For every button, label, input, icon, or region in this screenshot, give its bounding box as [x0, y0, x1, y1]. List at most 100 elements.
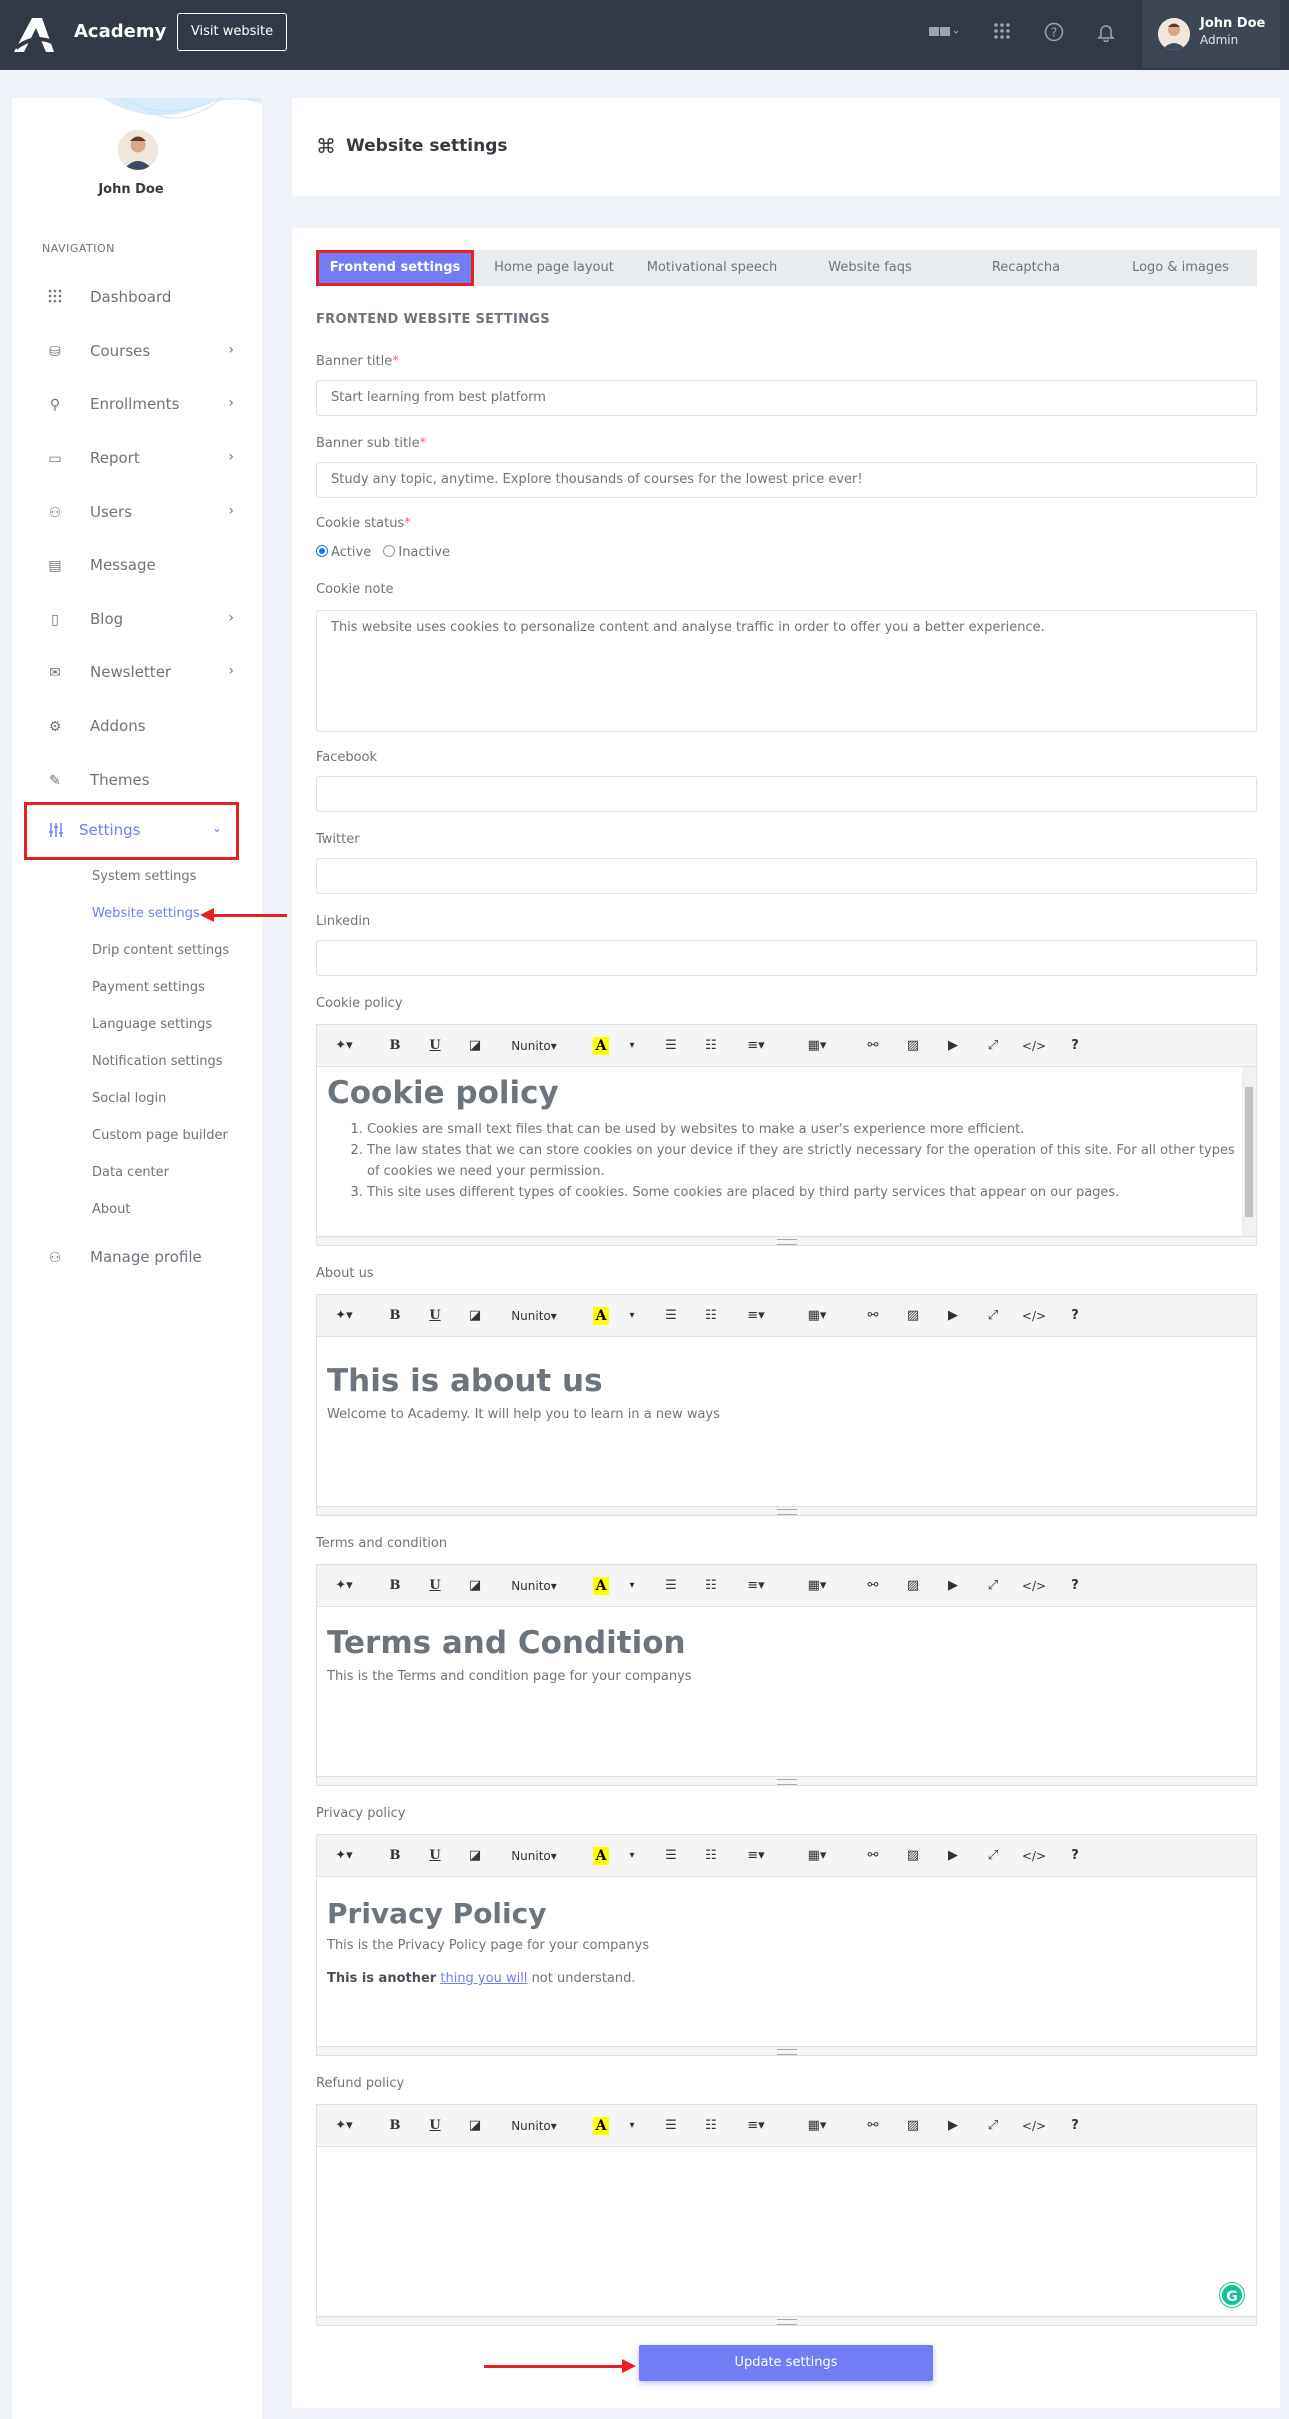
chevron-down-icon[interactable]: ▾ — [625, 1033, 639, 1059]
chevron-down-icon[interactable]: ▾ — [625, 1303, 639, 1329]
cookie-note-textarea[interactable]: This website uses cookies to personalize… — [316, 610, 1257, 732]
magic-wand-icon[interactable]: ✦▾ — [329, 1843, 359, 1869]
fullscreen-icon[interactable]: ⤢ — [983, 1303, 1003, 1329]
help-icon[interactable]: ? — [1065, 1843, 1085, 1869]
help-icon[interactable]: ? — [1065, 1303, 1085, 1329]
font-family-select[interactable]: Nunito▾ — [507, 1843, 561, 1869]
align-icon[interactable]: ≡▾ — [741, 1303, 771, 1329]
sidebar-item-users[interactable]: ⚇ Users › — [36, 495, 248, 531]
editor-resize-handle[interactable] — [317, 1776, 1256, 1785]
align-icon[interactable]: ≡▾ — [741, 2113, 771, 2139]
eraser-icon[interactable]: ◪ — [465, 1303, 485, 1329]
highlight-color-icon[interactable]: A — [593, 1847, 609, 1865]
sidebar-item-enrollments[interactable]: ⚲ Enrollments › — [36, 387, 248, 423]
numbered-list-icon[interactable]: ☷ — [701, 1303, 721, 1329]
bold-icon[interactable]: B — [385, 1843, 405, 1869]
code-view-icon[interactable]: </> — [1021, 1033, 1047, 1059]
table-icon[interactable]: ▦▾ — [803, 1033, 831, 1059]
video-icon[interactable]: ▶ — [943, 2113, 963, 2139]
bold-icon[interactable]: B — [385, 1303, 405, 1329]
image-icon[interactable]: ▨ — [903, 1843, 923, 1869]
cookie-active-radio[interactable]: Active — [316, 545, 371, 560]
chevron-down-icon[interactable]: ▾ — [625, 1843, 639, 1869]
help-icon[interactable]: ? — [1065, 1033, 1085, 1059]
code-view-icon[interactable]: </> — [1021, 1303, 1047, 1329]
link-icon[interactable]: ⚯ — [863, 1573, 883, 1599]
numbered-list-icon[interactable]: ☷ — [701, 1033, 721, 1059]
bold-icon[interactable]: B — [385, 1033, 405, 1059]
numbered-list-icon[interactable]: ☷ — [701, 1573, 721, 1599]
editor-resize-handle[interactable] — [317, 1506, 1256, 1515]
bold-icon[interactable]: B — [385, 2113, 405, 2139]
sidebar-item-themes[interactable]: ✎ Themes — [36, 763, 248, 799]
magic-wand-icon[interactable]: ✦▾ — [329, 1033, 359, 1059]
editor-content[interactable] — [317, 2147, 1256, 2317]
sidebar-item-report[interactable]: ▭ Report › — [36, 441, 248, 477]
update-settings-button[interactable]: Update settings — [639, 2345, 933, 2381]
highlight-color-icon[interactable]: A — [593, 2117, 609, 2135]
font-family-select[interactable]: Nunito▾ — [507, 1033, 561, 1059]
sidebar-item-dashboard[interactable]: Dashboard — [36, 280, 248, 316]
sidebar-item-manage-profile[interactable]: ⚇ Manage profile — [36, 1240, 248, 1276]
sidebar-item-addons[interactable]: ⚙ Addons — [36, 709, 248, 745]
underline-icon[interactable]: U — [425, 2113, 445, 2139]
refund-editor[interactable]: ✦▾ B U ◪ Nunito▾ A ▾ ☰ ☷ ≡▾ ▦▾ ⚯ ▨ ▶ ⤢ <… — [316, 2104, 1257, 2326]
numbered-list-icon[interactable]: ☷ — [701, 1843, 721, 1869]
code-view-icon[interactable]: </> — [1021, 2113, 1047, 2139]
font-family-select[interactable]: Nunito▾ — [507, 1573, 561, 1599]
underline-icon[interactable]: U — [425, 1843, 445, 1869]
subitem-drip-content-settings[interactable]: Drip content settings — [92, 943, 229, 958]
highlight-color-icon[interactable]: A — [593, 1037, 609, 1055]
table-icon[interactable]: ▦▾ — [803, 2113, 831, 2139]
apps-grid-icon[interactable] — [990, 22, 1014, 46]
subitem-social-login[interactable]: Social login — [92, 1091, 166, 1106]
bullet-list-icon[interactable]: ☰ — [661, 2113, 681, 2139]
sidebar-item-courses[interactable]: ⛁ Courses › — [36, 334, 248, 370]
bullet-list-icon[interactable]: ☰ — [661, 1843, 681, 1869]
underline-icon[interactable]: U — [425, 1303, 445, 1329]
bullet-list-icon[interactable]: ☰ — [661, 1573, 681, 1599]
tab-recaptcha[interactable]: Recaptcha — [948, 250, 1104, 286]
tab-frontend-settings[interactable]: Frontend settings — [316, 250, 474, 286]
about-us-editor[interactable]: ✦▾ B U ◪ Nunito▾ A ▾ ☰ ☷ ≡▾ ▦▾ ⚯ ▨ ▶ ⤢ <… — [316, 1294, 1257, 1516]
chevron-down-icon[interactable]: ▾ — [625, 1573, 639, 1599]
terms-editor[interactable]: ✦▾ B U ◪ Nunito▾ A ▾ ☰ ☷ ≡▾ ▦▾ ⚯ ▨ ▶ ⤢ <… — [316, 1564, 1257, 1786]
tab-website-faqs[interactable]: Website faqs — [792, 250, 948, 286]
subitem-custom-page-builder[interactable]: Custom page builder — [92, 1128, 228, 1143]
cookie-policy-editor[interactable]: ✦▾ B U ◪ Nunito▾ A ▾ ☰ ☷ ≡▾ ▦▾ ⚯ ▨ ▶ ⤢ <… — [316, 1024, 1257, 1246]
highlight-color-icon[interactable]: A — [593, 1307, 609, 1325]
underline-icon[interactable]: U — [425, 1033, 445, 1059]
editor-content[interactable]: Privacy Policy This is the Privacy Polic… — [317, 1877, 1256, 2047]
eraser-icon[interactable]: ◪ — [465, 1033, 485, 1059]
fullscreen-icon[interactable]: ⤢ — [983, 1573, 1003, 1599]
subitem-language-settings[interactable]: Language settings — [92, 1017, 212, 1032]
editor-link[interactable]: thing you will — [440, 1971, 527, 1986]
video-icon[interactable]: ▶ — [943, 1573, 963, 1599]
editor-scrollbar[interactable] — [1242, 1067, 1256, 1237]
twitter-input[interactable] — [316, 858, 1257, 894]
image-icon[interactable]: ▨ — [903, 1033, 923, 1059]
academy-logo[interactable] — [12, 14, 56, 54]
image-icon[interactable]: ▨ — [903, 2113, 923, 2139]
table-icon[interactable]: ▦▾ — [803, 1303, 831, 1329]
help-icon[interactable]: ? — [1065, 1573, 1085, 1599]
grammarly-icon[interactable]: G — [1220, 2283, 1244, 2307]
editor-resize-handle[interactable] — [317, 2316, 1256, 2325]
eraser-icon[interactable]: ◪ — [465, 2113, 485, 2139]
link-icon[interactable]: ⚯ — [863, 1843, 883, 1869]
chevron-down-icon[interactable]: ▾ — [625, 2113, 639, 2139]
link-icon[interactable]: ⚯ — [863, 1303, 883, 1329]
subitem-payment-settings[interactable]: Payment settings — [92, 980, 205, 995]
underline-icon[interactable]: U — [425, 1573, 445, 1599]
editor-resize-handle[interactable] — [317, 2046, 1256, 2055]
eraser-icon[interactable]: ◪ — [465, 1843, 485, 1869]
tab-motivational-speech[interactable]: Motivational speech — [632, 250, 792, 286]
bullet-list-icon[interactable]: ☰ — [661, 1303, 681, 1329]
subitem-website-settings[interactable]: Website settings — [92, 906, 200, 921]
link-icon[interactable]: ⚯ — [863, 1033, 883, 1059]
language-icon[interactable] — [922, 22, 966, 46]
subitem-system-settings[interactable]: System settings — [92, 869, 196, 884]
magic-wand-icon[interactable]: ✦▾ — [329, 2113, 359, 2139]
sidebar-item-message[interactable]: ▤ Message — [36, 548, 248, 584]
align-icon[interactable]: ≡▾ — [741, 1573, 771, 1599]
